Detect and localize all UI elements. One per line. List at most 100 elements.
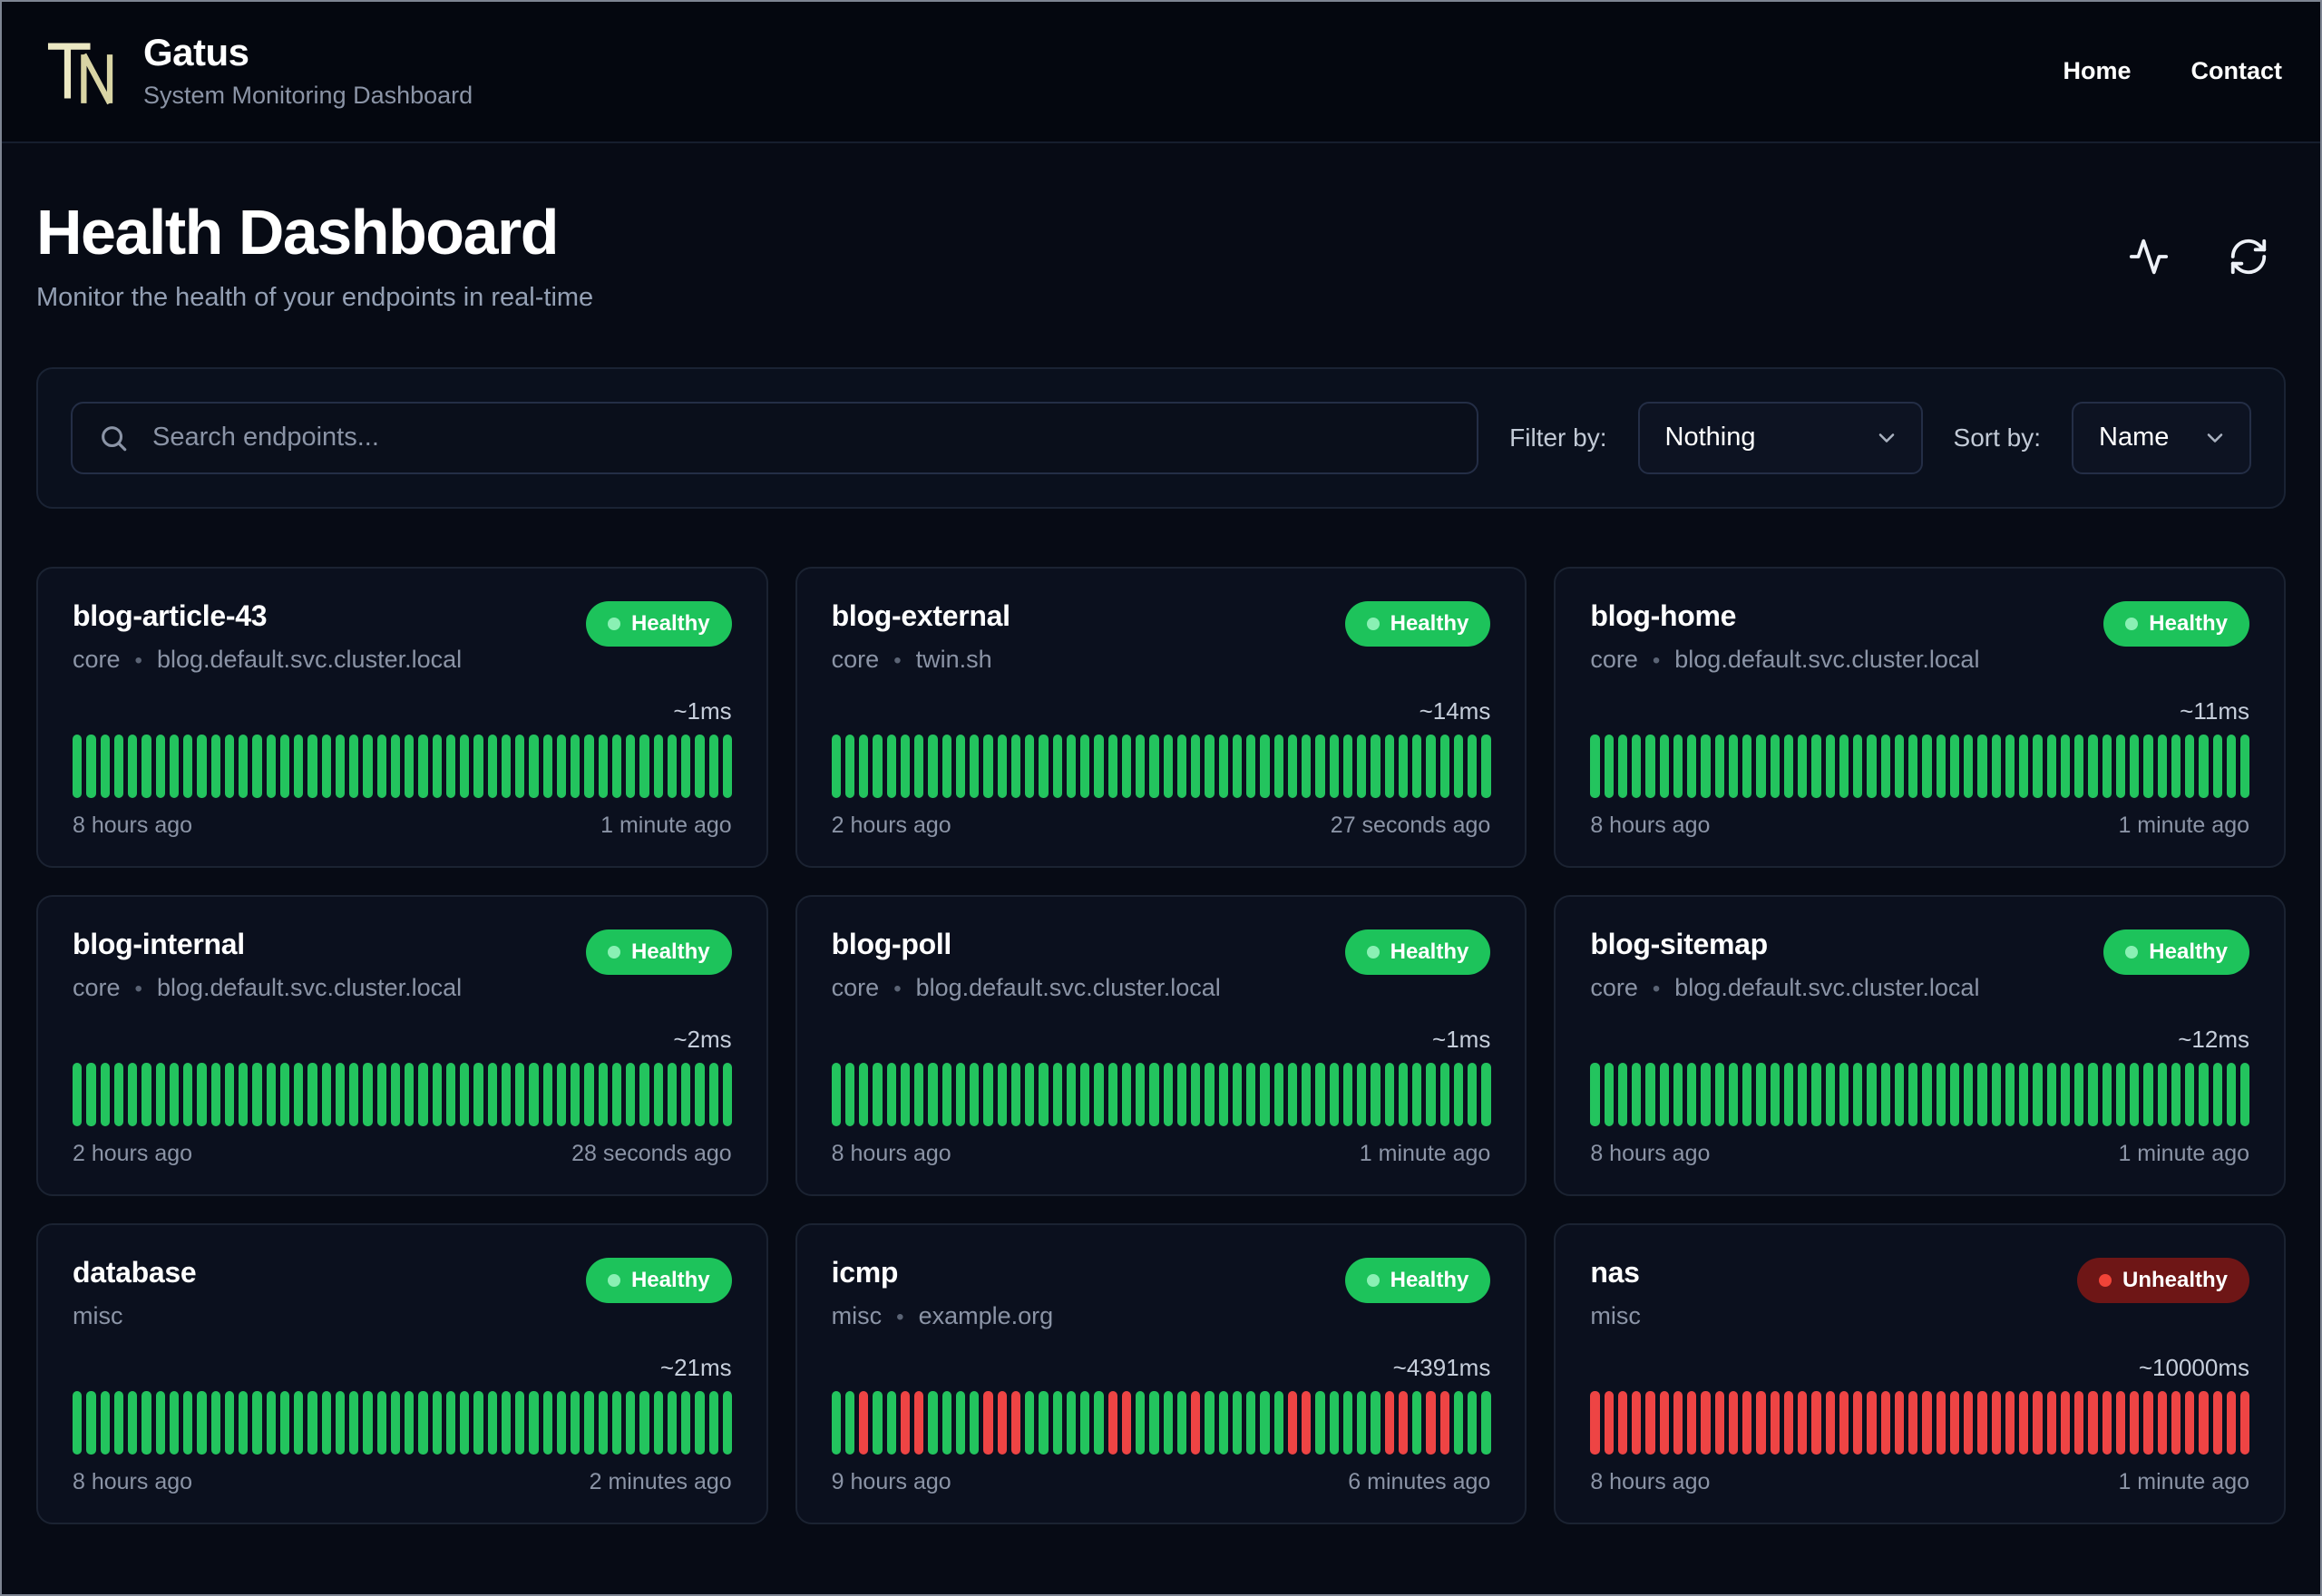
uptime-bar-success: [183, 734, 193, 798]
uptime-bar-success: [501, 1390, 511, 1455]
nav-link-home[interactable]: Home: [2063, 57, 2131, 85]
uptime-bar-failure: [1632, 1390, 1642, 1455]
oldest-timestamp: 8 hours ago: [73, 1468, 193, 1494]
uptime-bar-success: [1176, 1390, 1187, 1455]
uptime-bar-success: [1039, 1390, 1049, 1455]
endpoint-meta: misc example.org: [832, 1302, 1054, 1330]
uptime-bar-success: [2171, 1062, 2181, 1126]
uptime-bar-success: [2212, 734, 2222, 798]
endpoint-card[interactable]: blog-sitemap core blog.default.svc.clust…: [1554, 894, 2286, 1196]
endpoint-meta: core twin.sh: [832, 646, 1010, 674]
status-badge: Healthy: [1344, 600, 1491, 647]
uptime-bar-success: [653, 734, 663, 798]
uptime-bar-success: [900, 1062, 911, 1126]
endpoint-name: blog-poll: [831, 927, 952, 960]
uptime-bar-success: [335, 1390, 345, 1455]
endpoint-card[interactable]: blog-external core twin.sh Healthy ~14ms…: [795, 566, 1527, 868]
filter-select-value: Nothing: [1664, 423, 1756, 452]
uptime-bar-failure: [997, 1390, 1007, 1455]
uptime-bar-success: [100, 734, 110, 798]
endpoint-card[interactable]: icmp misc example.org Healthy ~4391ms 9 …: [795, 1222, 1527, 1524]
uptime-bar-success: [873, 1390, 883, 1455]
uptime-bar-success: [1659, 734, 1669, 798]
endpoint-card[interactable]: blog-internal core blog.default.svc.clus…: [36, 894, 768, 1196]
uptime-bar-success: [1066, 1062, 1077, 1126]
uptime-bar-failure: [1010, 1390, 1021, 1455]
search-input[interactable]: [71, 401, 1479, 474]
uptime-bar-success: [571, 1390, 580, 1455]
uptime-bar-success: [418, 1062, 428, 1126]
uptime-bar-success: [1052, 1390, 1062, 1455]
oldest-timestamp: 8 hours ago: [1590, 812, 1711, 838]
uptime-bar-failure: [2074, 1390, 2084, 1455]
main-content: Health Dashboard Monitor the health of y…: [0, 199, 2322, 1524]
uptime-bar-success: [542, 1390, 552, 1455]
status-dot-icon: [1366, 617, 1380, 630]
uptime-bar-success: [515, 1062, 525, 1126]
endpoint-name: database: [73, 1255, 197, 1289]
uptime-bar-success: [1770, 734, 1780, 798]
uptime-bar-success: [128, 1390, 138, 1455]
uptime-bar-success: [542, 734, 552, 798]
uptime-bar-success: [886, 734, 896, 798]
refresh-button[interactable]: [2228, 236, 2269, 277]
uptime-bar-success: [1163, 734, 1173, 798]
uptime-bar-success: [708, 1390, 718, 1455]
uptime-bar-success: [1481, 1390, 1491, 1455]
uptime-bar-success: [1701, 1062, 1711, 1126]
uptime-bar-success: [1714, 734, 1724, 798]
uptime-bar-failure: [1107, 1390, 1117, 1455]
card-title-block: icmp misc example.org: [832, 1256, 1054, 1330]
uptime-bar-failure: [1964, 1390, 1974, 1455]
uptime-bar-success: [1149, 734, 1159, 798]
activity-button[interactable]: [2128, 236, 2170, 277]
uptime-bar-success: [1590, 734, 1600, 798]
card-header: blog-external core twin.sh Healthy: [832, 599, 1491, 674]
uptime-bar-failure: [1894, 1390, 1905, 1455]
status-label: Healthy: [630, 939, 710, 964]
uptime-bar-success: [252, 1062, 262, 1126]
uptime-bar-success: [432, 1062, 442, 1126]
uptime-bar-success: [1121, 734, 1132, 798]
endpoint-card[interactable]: blog-home core blog.default.svc.cluster.…: [1554, 566, 2286, 868]
sort-select[interactable]: Name: [2072, 401, 2251, 474]
uptime-bar-success: [279, 734, 289, 798]
uptime-bar-success: [611, 734, 621, 798]
uptime-bar-success: [859, 1062, 869, 1126]
latency-label: ~11ms: [2180, 696, 2249, 725]
uptime-bar-success: [86, 1062, 96, 1126]
uptime-bar-success: [997, 734, 1007, 798]
uptime-bar-success: [914, 734, 924, 798]
uptime-bar-success: [2226, 734, 2237, 798]
uptime-bar-success: [1770, 1062, 1780, 1126]
filter-select[interactable]: Nothing: [1637, 401, 1923, 474]
status-badge: Healthy: [1344, 1257, 1491, 1303]
endpoint-card[interactable]: blog-article-43 core blog.default.svc.cl…: [36, 566, 768, 868]
endpoint-card[interactable]: nas misc Unhealthy ~10000ms 8 hours ago …: [1554, 1222, 2286, 1524]
endpoint-card[interactable]: database misc Healthy ~21ms 8 hours ago …: [36, 1222, 768, 1524]
uptime-bar-success: [1066, 734, 1077, 798]
endpoint-group: misc: [1590, 1301, 1641, 1329]
endpoint-group: core: [73, 973, 121, 1001]
uptime-bar-failure: [1991, 1390, 2001, 1455]
uptime-bar-success: [487, 1062, 497, 1126]
toolbar: Filter by: Nothing Sort by: Name: [36, 366, 2286, 509]
oldest-timestamp: 8 hours ago: [73, 812, 193, 838]
uptime-bar-success: [556, 1062, 566, 1126]
nav-link-contact[interactable]: Contact: [2191, 57, 2283, 85]
uptime-bar-success: [1205, 1062, 1215, 1126]
uptime-bar-success: [1273, 1390, 1283, 1455]
uptime-bar-success: [639, 1062, 649, 1126]
uptime-bar-failure: [1604, 1390, 1614, 1455]
uptime-bar-success: [501, 734, 511, 798]
uptime-bar-success: [1798, 734, 1808, 798]
uptime-bar-success: [1977, 734, 1987, 798]
endpoint-name: blog-article-43: [73, 598, 268, 632]
endpoint-host: blog.default.svc.cluster.local: [915, 973, 1221, 1001]
newest-timestamp: 2 minutes ago: [589, 1468, 732, 1494]
uptime-bar-success: [390, 1062, 400, 1126]
uptime-bar-success: [667, 1062, 677, 1126]
uptime-bar-success: [1439, 734, 1449, 798]
endpoint-card[interactable]: blog-poll core blog.default.svc.cluster.…: [795, 894, 1527, 1196]
uptime-bar-success: [1687, 1062, 1697, 1126]
